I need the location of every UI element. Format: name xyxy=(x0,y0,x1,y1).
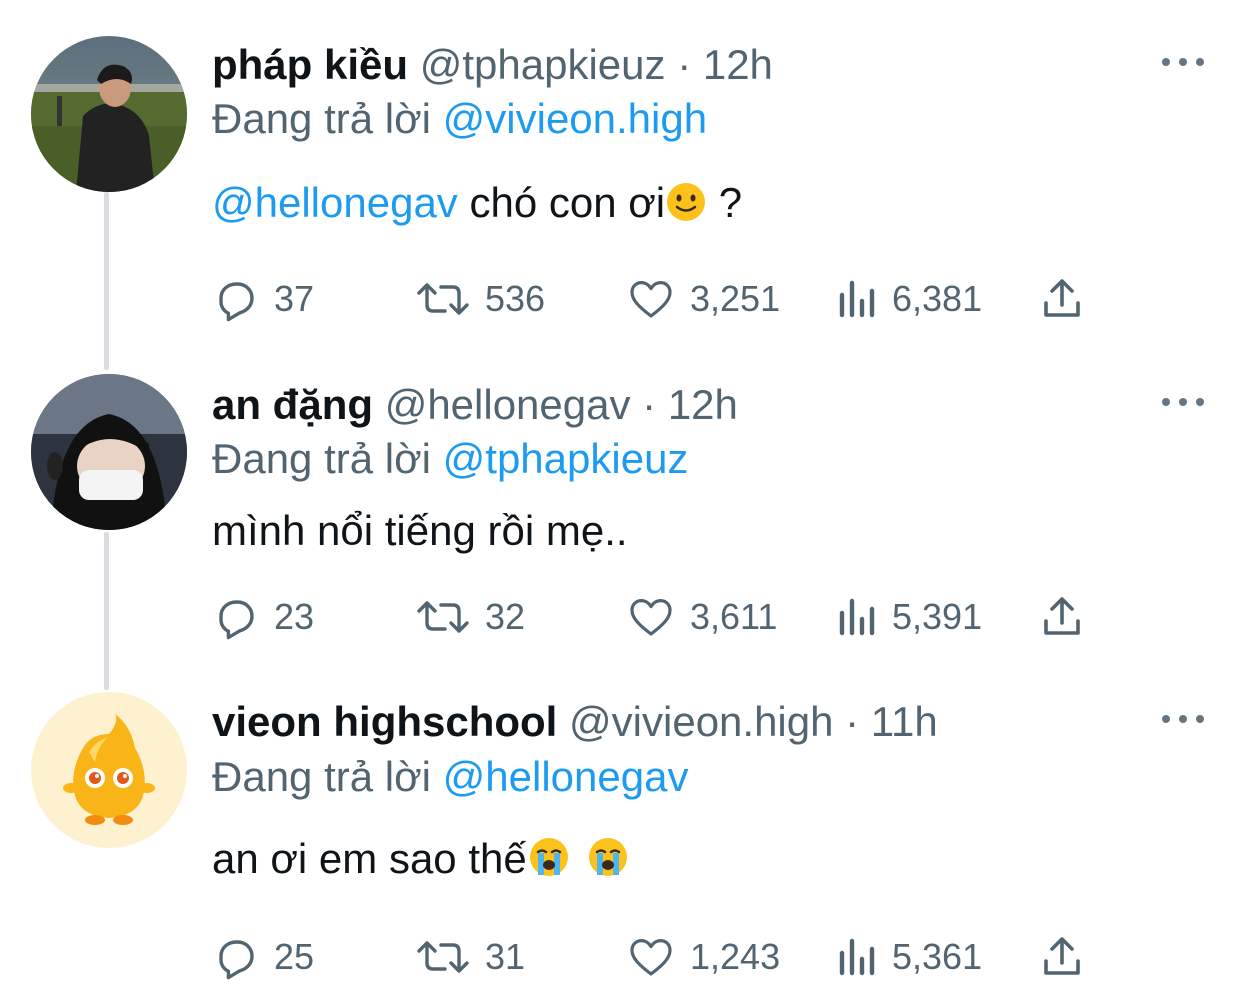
timestamp[interactable]: · 12h xyxy=(677,41,773,88)
tweet-header: vieon highschool @vivieon.high · 11h xyxy=(212,697,938,747)
retweet-button[interactable]: 32 xyxy=(415,592,525,642)
reply-context: Đang trả lời @hellonegav xyxy=(212,752,688,802)
more-options-icon[interactable] xyxy=(1162,56,1204,68)
like-count: 3,611 xyxy=(690,596,778,637)
body-text: chó con ơi xyxy=(457,179,666,226)
like-button[interactable]: 3,611 xyxy=(626,592,777,642)
retweet-count: 31 xyxy=(485,936,526,977)
avatar[interactable] xyxy=(31,374,187,530)
avatar[interactable] xyxy=(31,692,187,848)
retweet-icon xyxy=(417,601,469,633)
retweet-icon xyxy=(417,941,469,973)
like-button[interactable]: 1,243 xyxy=(626,932,780,982)
share-button[interactable] xyxy=(1040,274,1084,324)
reply-count: 25 xyxy=(274,936,315,977)
action-bar: 37 536 3,251 6,381 xyxy=(212,274,1092,324)
retweet-icon xyxy=(417,283,469,315)
share-icon xyxy=(1044,937,1080,975)
user-handle[interactable]: @hellonegav xyxy=(385,381,631,428)
reply-to-mention[interactable]: @hellonegav xyxy=(443,753,689,800)
reply-to-mention[interactable]: @vivieon.high xyxy=(443,95,707,142)
views-count: 6,381 xyxy=(892,278,983,319)
views-icon xyxy=(839,598,875,636)
reply-button[interactable]: 23 xyxy=(212,592,314,642)
reply-icon xyxy=(219,940,254,980)
tweet-text: mình nổi tiếng rồi mẹ.. xyxy=(212,506,628,556)
reply-button[interactable]: 37 xyxy=(212,274,314,324)
thread-line xyxy=(104,532,109,690)
reply-prefix: Đang trả lời xyxy=(212,435,431,482)
reply-button[interactable]: 25 xyxy=(212,932,314,982)
reply-count: 23 xyxy=(274,596,315,637)
action-bar: 23 32 3,611 5,391 xyxy=(212,592,1092,642)
retweet-count: 536 xyxy=(485,278,546,319)
avatar[interactable] xyxy=(31,36,187,192)
reply-prefix: Đang trả lời xyxy=(212,95,431,142)
views-button[interactable]: 5,361 xyxy=(834,932,982,982)
reply-icon xyxy=(219,282,254,322)
tweet-header: an đặng @hellonegav · 12h xyxy=(212,380,738,430)
thread-line xyxy=(104,192,109,370)
tweet-header: pháp kiều @tphapkieuz · 12h xyxy=(212,40,773,90)
like-count: 3,251 xyxy=(690,278,781,319)
like-button[interactable]: 3,251 xyxy=(626,274,780,324)
body-text: an ơi em sao thế xyxy=(212,835,527,882)
tweet-text: @hellonegav chó con ơi ? xyxy=(212,178,742,234)
display-name[interactable]: pháp kiều xyxy=(212,41,408,88)
share-button[interactable] xyxy=(1040,592,1084,642)
heart-icon xyxy=(630,281,672,318)
body-mention[interactable]: @hellonegav xyxy=(212,179,458,226)
user-handle[interactable]: @vivieon.high xyxy=(569,698,833,745)
share-icon xyxy=(1044,597,1080,635)
more-options-icon[interactable] xyxy=(1162,396,1204,408)
reply-to-mention[interactable]: @tphapkieuz xyxy=(443,435,689,482)
loudly-crying-face-icon xyxy=(527,835,571,890)
views-icon xyxy=(839,280,875,318)
retweet-button[interactable]: 536 xyxy=(415,274,545,324)
like-count: 1,243 xyxy=(690,936,781,977)
tweet-text: an ơi em sao thế xyxy=(212,834,630,890)
timestamp[interactable]: · 11h xyxy=(845,698,938,745)
reply-context: Đang trả lời @tphapkieuz xyxy=(212,434,688,484)
action-bar: 25 31 1,243 5,361 xyxy=(212,932,1092,982)
body-text: mình nổi tiếng rồi mẹ.. xyxy=(212,507,628,554)
body-tail: ? xyxy=(707,179,743,226)
display-name[interactable]: an đặng xyxy=(212,381,373,428)
reply-prefix: Đang trả lời xyxy=(212,753,431,800)
display-name[interactable]: vieon highschool xyxy=(212,698,557,745)
timestamp[interactable]: · 12h xyxy=(642,381,738,428)
loudly-crying-face-icon xyxy=(586,835,630,890)
views-icon xyxy=(839,938,875,976)
retweet-count: 32 xyxy=(485,596,526,637)
views-count: 5,391 xyxy=(892,596,983,637)
reply-icon xyxy=(219,600,254,640)
more-options-icon[interactable] xyxy=(1162,713,1204,725)
views-count: 5,361 xyxy=(892,936,983,977)
share-icon xyxy=(1044,279,1080,317)
retweet-button[interactable]: 31 xyxy=(415,932,525,982)
reply-context: Đang trả lời @vivieon.high xyxy=(212,94,707,144)
reply-count: 37 xyxy=(274,278,315,319)
user-handle[interactable]: @tphapkieuz xyxy=(420,41,666,88)
slightly-smiling-face-icon xyxy=(665,181,707,234)
views-button[interactable]: 6,381 xyxy=(834,274,982,324)
heart-icon xyxy=(630,939,672,976)
heart-icon xyxy=(630,599,672,636)
share-button[interactable] xyxy=(1040,932,1084,982)
views-button[interactable]: 5,391 xyxy=(834,592,982,642)
